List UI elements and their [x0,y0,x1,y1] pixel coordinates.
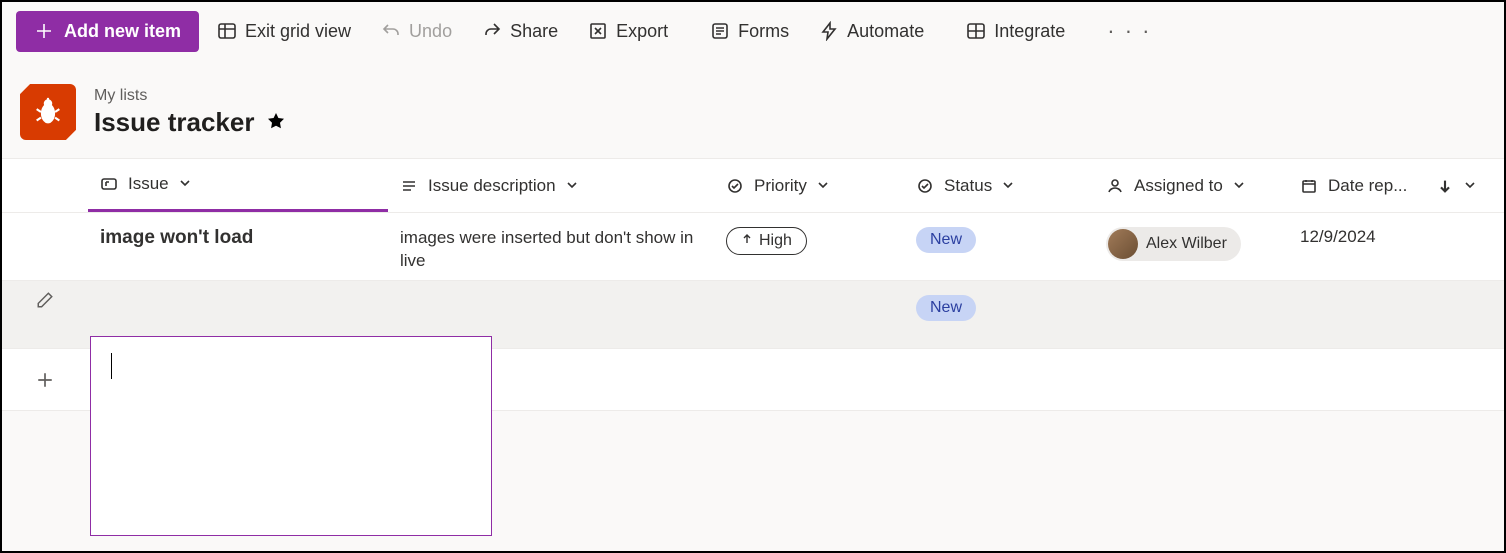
cell-assigned[interactable]: Alex Wilber [1094,223,1288,268]
column-header-status-label: Status [944,176,992,196]
column-header-date-reported[interactable]: Date rep... [1288,176,1488,196]
edit-row-indicator[interactable] [2,291,88,309]
choice-field-icon [726,177,744,195]
cell-status[interactable]: New [904,291,1094,325]
page-title: Issue tracker [94,107,254,138]
person-pill: Alex Wilber [1106,227,1241,261]
excel-icon [588,21,608,41]
add-new-item-button[interactable]: Add new item [16,11,199,52]
share-button[interactable]: Share [470,13,570,50]
favorite-star-icon[interactable] [266,111,286,134]
grid-icon [217,21,237,41]
column-header-priority[interactable]: Priority [714,176,904,196]
grid-header-row: Issue Issue description Priority Status [2,159,1504,213]
column-header-issue-label: Issue [128,174,169,194]
share-icon [482,21,502,41]
column-header-assigned-label: Assigned to [1134,176,1223,196]
column-header-description-label: Issue description [428,176,556,196]
exit-grid-view-label: Exit grid view [245,21,351,42]
more-actions-button[interactable]: · · · [1095,10,1163,52]
cell-priority[interactable]: High [714,223,904,259]
breadcrumb[interactable]: My lists [94,87,286,105]
cell-issue-editing[interactable] [88,291,388,299]
chevron-down-icon [179,174,191,194]
issue-title-editor[interactable] [90,336,492,536]
chevron-down-icon [817,176,829,196]
choice-field-icon [916,177,934,195]
chevron-down-icon [1002,176,1014,196]
priority-label: High [759,232,792,250]
integrate-button[interactable]: Integrate [954,13,1089,50]
integrate-icon [966,21,986,41]
automate-button[interactable]: Automate [807,13,948,50]
export-button[interactable]: Export [576,13,692,50]
forms-label: Forms [738,21,789,42]
forms-button[interactable]: Forms [698,13,801,50]
share-label: Share [510,21,558,42]
column-header-status[interactable]: Status [904,176,1094,196]
text-field-icon [400,177,418,195]
forms-icon [710,21,730,41]
avatar [1108,229,1138,259]
cell-description[interactable] [388,291,714,299]
arrow-up-icon [741,232,753,250]
chevron-down-icon [1464,176,1476,196]
text-cursor [111,353,112,379]
chevron-down-icon [1233,176,1245,196]
undo-button[interactable]: Undo [369,13,464,50]
column-header-assigned[interactable]: Assigned to [1094,176,1288,196]
cell-issue[interactable]: image won't load [88,223,388,253]
list-bug-icon [20,84,76,140]
cell-date-reported[interactable] [1288,291,1488,299]
automate-icon [819,21,839,41]
cell-description[interactable]: images were inserted but don't show in l… [388,223,714,277]
cell-assigned[interactable] [1094,291,1288,299]
cell-date-reported[interactable]: 12/9/2024 [1288,223,1488,251]
undo-icon [381,21,401,41]
add-row-button[interactable] [2,371,88,389]
exit-grid-view-button[interactable]: Exit grid view [205,13,363,50]
automate-label: Automate [847,21,924,42]
person-field-icon [1106,177,1124,195]
table-row[interactable]: image won't load images were inserted bu… [2,213,1504,281]
person-name: Alex Wilber [1146,235,1227,253]
column-header-date-label: Date rep... [1328,176,1407,196]
list-header: My lists Issue tracker [2,60,1504,158]
integrate-label: Integrate [994,21,1065,42]
add-new-item-label: Add new item [64,21,181,42]
date-field-icon [1300,177,1318,195]
undo-label: Undo [409,21,452,42]
status-pill: New [916,227,976,253]
cell-priority[interactable] [714,291,904,299]
priority-pill: High [726,227,807,255]
chevron-down-icon [566,176,578,196]
column-header-description[interactable]: Issue description [388,176,714,196]
command-bar: Add new item Exit grid view Undo Share E… [2,2,1504,60]
title-field-icon [100,175,118,193]
status-pill: New [916,295,976,321]
plus-icon [34,21,54,41]
export-label: Export [616,21,668,42]
sort-descending-icon [1436,177,1454,195]
column-header-issue[interactable]: Issue [88,159,388,212]
cell-status[interactable]: New [904,223,1094,257]
column-header-priority-label: Priority [754,176,807,196]
